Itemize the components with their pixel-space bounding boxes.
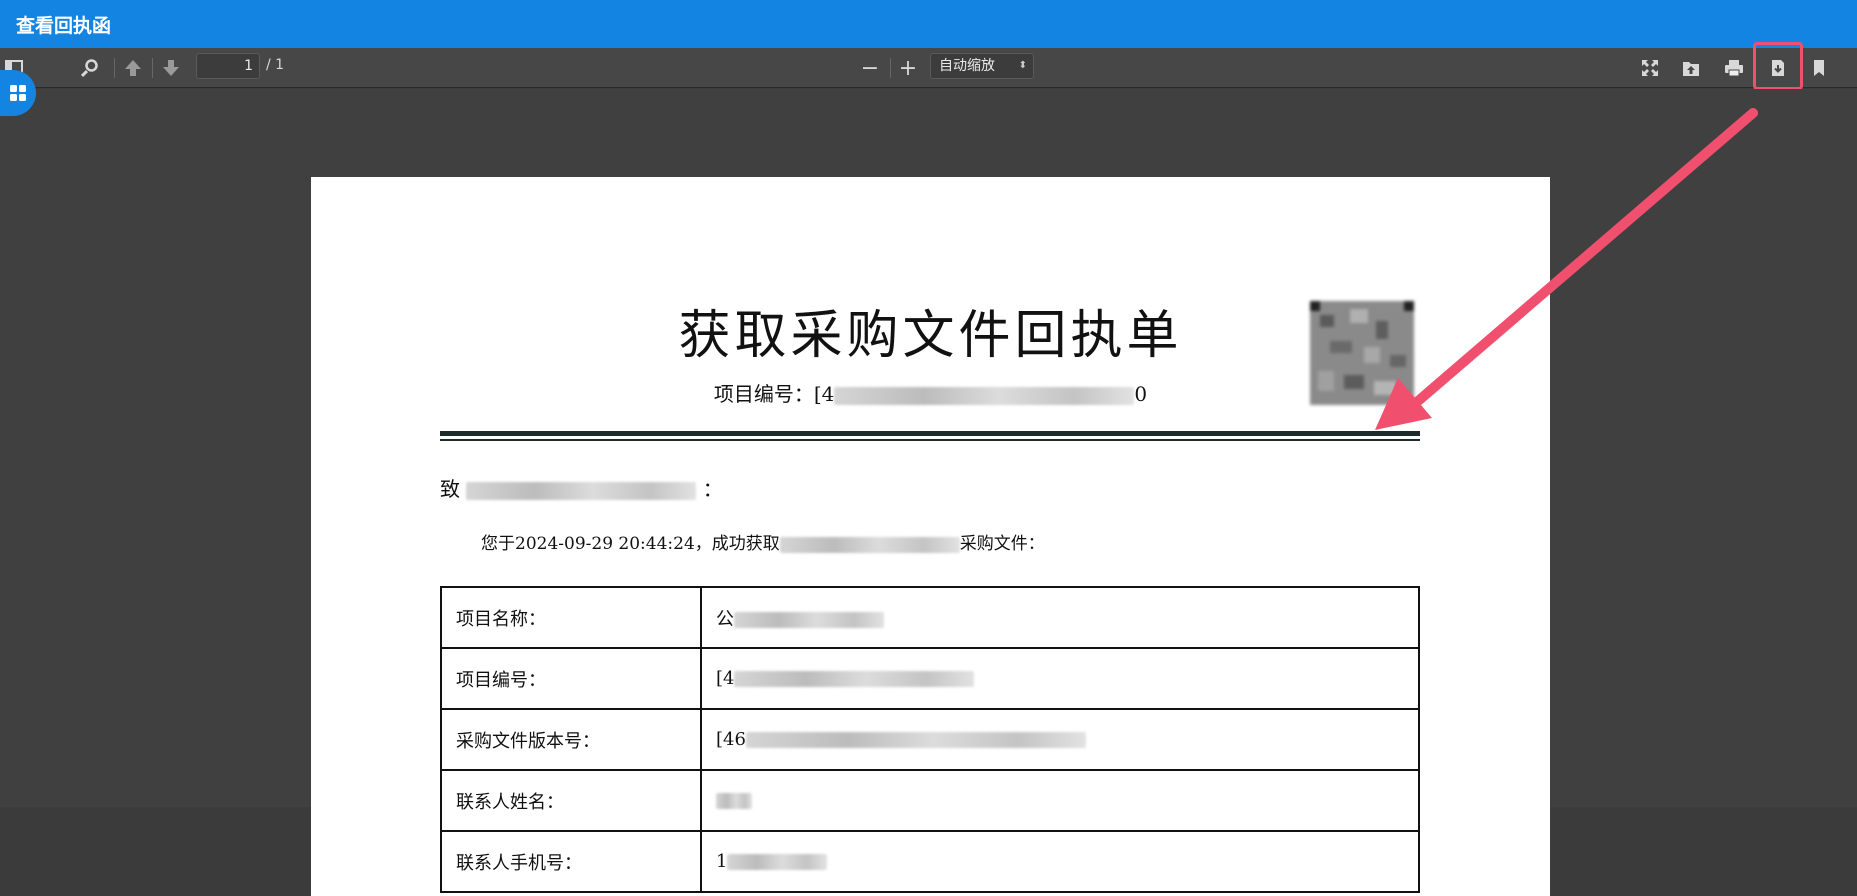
row-label: 联系人姓名：: [440, 769, 702, 832]
receipt-statement: 您于2024-09-29 20:44:24，成功获取 采购文件：: [481, 529, 1045, 554]
pdf-page: 获取采购文件回执单 项目编号：[4 0 致 ： 您于2024-09-29 20:4…: [311, 177, 1550, 896]
statement-prefix: 您于2024-09-29 20:44:24，成功获取: [481, 534, 780, 554]
arrow-down-icon[interactable]: [157, 54, 185, 82]
row-value: [4: [700, 647, 1420, 710]
page-number-input[interactable]: 1: [196, 53, 260, 79]
search-icon[interactable]: [76, 54, 104, 82]
project-number-tail: 0: [1134, 382, 1148, 406]
table-row: 项目编号： [4: [440, 647, 1420, 710]
table-row: 联系人姓名：: [440, 769, 1420, 832]
redacted-text: [834, 386, 1135, 405]
print-icon[interactable]: [1720, 54, 1748, 82]
redacted-text: [734, 671, 975, 687]
redacted-text: [727, 854, 828, 870]
zoom-out-button[interactable]: −: [856, 54, 884, 82]
document-viewer[interactable]: 获取采购文件回执单 项目编号：[4 0 致 ： 您于2024-09-29 20:4…: [0, 89, 1857, 896]
table-row: 项目名称： 公: [440, 586, 1420, 649]
zoom-value: 自动缩放: [939, 58, 995, 74]
header-rule: [440, 431, 1420, 436]
receipt-info-table: 项目名称： 公 项目编号： [4 采购文件版本号： [46 联系人姓名： 联系人…: [440, 586, 1420, 893]
redacted-text: [745, 732, 1086, 748]
recipient-line: 致 ：: [440, 473, 723, 502]
recipient-prefix: 致: [440, 477, 460, 501]
row-label: 项目编号：: [440, 647, 702, 710]
table-row: 联系人手机号： 1: [440, 830, 1420, 893]
recipient-suffix: ：: [702, 477, 723, 501]
redacted-text: [734, 611, 884, 628]
redacted-text: [779, 536, 960, 553]
zoom-in-button[interactable]: +: [894, 54, 922, 82]
grid-icon: [10, 85, 26, 101]
row-value: 公: [700, 586, 1420, 649]
project-number-label: 项目编号：[4: [713, 382, 835, 406]
header-rule-thin: [440, 439, 1420, 441]
row-label: 采购文件版本号：: [440, 708, 702, 771]
open-file-icon[interactable]: [1677, 54, 1705, 82]
row-value: 1: [700, 830, 1420, 893]
window-title: 查看回执函: [16, 15, 112, 37]
zoom-select[interactable]: 自动缩放 ⬍: [930, 53, 1034, 79]
row-label: 项目名称：: [440, 586, 702, 649]
arrow-up-icon[interactable]: [119, 54, 147, 82]
page-total: / 1: [266, 57, 285, 73]
bookmark-icon[interactable]: [1805, 54, 1833, 82]
fullscreen-icon[interactable]: [1636, 54, 1664, 82]
qr-code: [1310, 301, 1414, 405]
statement-suffix: 采购文件：: [959, 534, 1045, 554]
table-row: 采购文件版本号： [46: [440, 708, 1420, 771]
window-titlebar: 查看回执函: [0, 0, 1857, 48]
select-arrow-icon: ⬍: [1018, 60, 1027, 71]
row-value: [46: [700, 708, 1420, 771]
download-highlight-box: [1753, 42, 1803, 90]
row-value: [700, 769, 1420, 832]
redacted-text: [466, 481, 697, 500]
row-label: 联系人手机号：: [440, 830, 702, 893]
